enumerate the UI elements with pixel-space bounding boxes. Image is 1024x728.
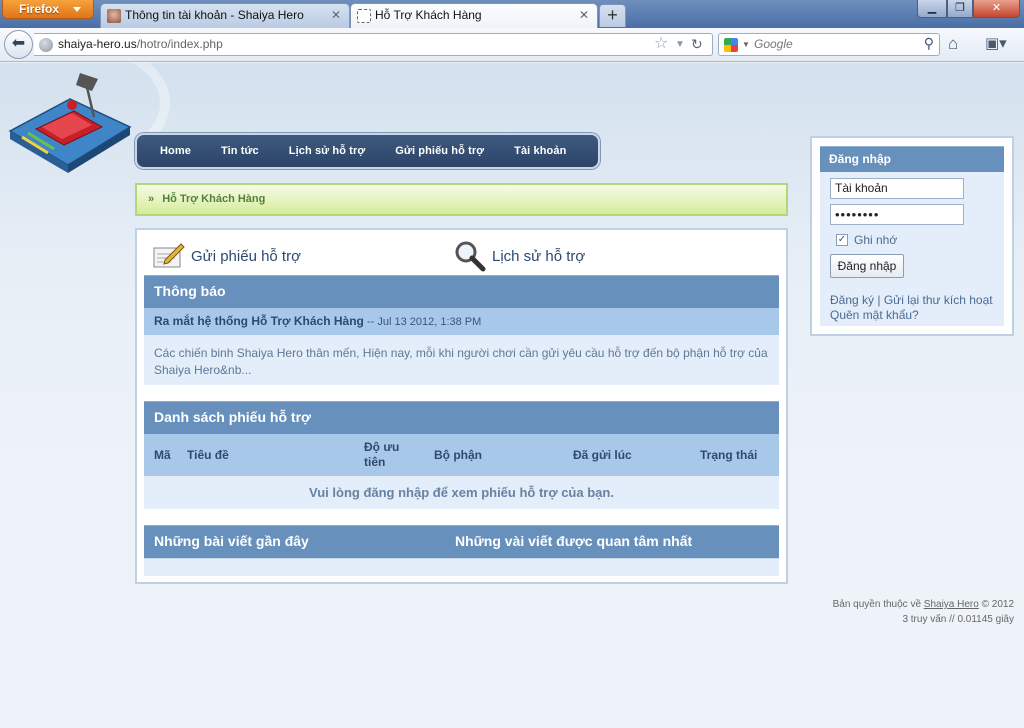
notice-title-row: Ra mắt hệ thống Hỗ Trợ Khách Hàng -- Jul… (144, 308, 779, 335)
username-field[interactable]: Tài khoản (830, 178, 964, 199)
url-text: shaiya-hero.us/hotro/index.php (58, 34, 223, 55)
globe-icon (39, 38, 53, 52)
copyright-prefix: Bản quyền thuộc về (832, 599, 924, 610)
notice-heading: Thông báo (144, 275, 779, 308)
password-field[interactable]: •••••••• (830, 204, 964, 225)
resend-activation-link[interactable]: Gửi lại thư kích hoạt (884, 293, 993, 307)
site-logo[interactable] (2, 69, 132, 179)
search-icon[interactable]: ⚲ (924, 35, 934, 52)
back-button[interactable]: ⬅ (4, 30, 33, 59)
firefox-menu-button[interactable]: Firefox (2, 0, 94, 19)
url-host: shaiya-hero.us (58, 37, 137, 51)
login-button[interactable]: Đăng nhập (830, 254, 904, 278)
query-stats: 3 truy vấn // 0.01145 giây (902, 614, 1014, 625)
search-placeholder: Google (754, 37, 793, 51)
submit-ticket-link[interactable]: Gửi phiếu hỗ trợ (153, 240, 373, 270)
menu-item-submit-ticket[interactable]: Gửi phiếu hỗ trợ (380, 145, 499, 157)
home-icon[interactable]: ⌂ (948, 34, 958, 54)
recent-posts-heading: Những bài viết gần đây (154, 533, 309, 549)
tickets-column-headers: Mã Tiêu đề Độ ưu tiên Bộ phận Đã gửi lúc… (144, 434, 779, 476)
column-id: Mã (154, 448, 171, 462)
column-submitted-at: Đã gửi lúc (573, 448, 632, 462)
search-engine-dropdown-icon[interactable]: ▼ (742, 34, 750, 55)
column-status: Trạng thái (700, 448, 758, 462)
firefox-menu-label: Firefox (19, 2, 60, 16)
menu-item-news[interactable]: Tin tức (206, 145, 274, 157)
link-separator: | (874, 293, 884, 307)
register-link[interactable]: Đăng ký (830, 293, 874, 307)
support-history-label: Lịch sử hỗ trợ (492, 248, 586, 265)
login-box: Đăng nhập Tài khoản •••••••• ✓ Ghi nhớ Đ… (810, 136, 1014, 336)
history-dropdown-icon[interactable]: ▼ (675, 34, 685, 56)
menu-item-home[interactable]: Home (145, 145, 206, 157)
posts-body (144, 558, 779, 576)
breadcrumb-separator-icon: » (148, 193, 155, 205)
notice-date: -- Jul 13 2012, 1:38 PM (363, 316, 482, 328)
column-priority: Độ ưu tiên (364, 440, 400, 469)
chevron-down-icon (73, 7, 81, 12)
favicon-icon (107, 9, 121, 23)
tickets-heading: Danh sách phiếu hỗ trợ (144, 401, 779, 434)
login-links: Đăng ký | Gửi lại thư kích hoạt Quên mật… (830, 293, 993, 323)
popular-posts-heading: Những vài viết được quan tâm nhất (455, 533, 693, 549)
menu-item-support-history[interactable]: Lịch sử hỗ trợ (274, 145, 380, 157)
new-tab-button[interactable]: + (599, 4, 626, 27)
remember-checkbox[interactable]: ✓ (836, 234, 848, 246)
column-title: Tiêu đề (187, 448, 229, 462)
notice-body: Các chiến binh Shaiya Hero thân mến, Hiệ… (144, 335, 779, 385)
tab-title: Thông tin tài khoản - Shaiya Hero (125, 8, 304, 22)
pencil-paper-icon (153, 243, 185, 268)
submit-ticket-label: Gửi phiếu hỗ trợ (191, 248, 301, 265)
browser-navbar: ⬅ shaiya-hero.us/hotro/index.php ☆ ▼ ↻ ▼… (0, 28, 1024, 62)
posts-heading-row: Những bài viết gần đây Những vài viết đư… (144, 525, 779, 558)
web-page: Home Tin tức Lịch sử hỗ trợ Gửi phiếu hỗ… (0, 63, 1024, 728)
close-window-button[interactable]: ✕ (973, 0, 1020, 18)
copyright-line: Bản quyền thuộc về Shaiya Hero © 2012 (833, 597, 1014, 612)
main-menu: Home Tin tức Lịch sử hỗ trợ Gửi phiếu hỗ… (135, 133, 600, 169)
forgot-password-link[interactable]: Quên mật khẩu? (830, 308, 919, 322)
tickets-empty-message: Vui lòng đăng nhập để xem phiếu hỗ trợ c… (144, 476, 779, 509)
back-arrow-icon: ⬅ (11, 35, 26, 52)
blank-page-icon (357, 9, 371, 23)
restore-button[interactable]: ❐ (947, 0, 973, 18)
login-heading: Đăng nhập (820, 146, 1004, 172)
copyright-suffix: © 2012 (978, 599, 1014, 610)
browser-tab-support[interactable]: Hỗ Trợ Khách Hàng ✕ (350, 3, 598, 29)
remember-label[interactable]: Ghi nhớ (854, 233, 897, 247)
footer: Bản quyền thuộc về Shaiya Hero © 2012 3 … (833, 597, 1014, 627)
url-bar[interactable]: shaiya-hero.us/hotro/index.php ☆ ▼ ↻ (34, 33, 713, 56)
close-tab-icon[interactable]: ✕ (329, 9, 343, 23)
notice-title[interactable]: Ra mắt hệ thống Hỗ Trợ Khách Hàng (154, 314, 364, 328)
google-icon[interactable] (724, 38, 738, 52)
reload-icon[interactable]: ↻ (691, 34, 703, 54)
minimize-button[interactable]: ▁ (917, 0, 947, 18)
menu-item-account[interactable]: Tài khoản (499, 145, 581, 157)
close-tab-icon[interactable]: ✕ (577, 9, 591, 23)
main-content: Gửi phiếu hỗ trợ Lịch sử hỗ trợ Thông bá… (135, 228, 788, 584)
search-bar[interactable]: ▼ Google ⚲ (718, 33, 940, 56)
breadcrumb-current[interactable]: Hỗ Trợ Khách Hàng (162, 193, 265, 205)
url-path: /hotro/index.php (136, 37, 223, 51)
bookmarks-menu-icon[interactable]: ▣▾ (985, 34, 1007, 52)
magnifier-icon (455, 241, 486, 272)
browser-titlebar: Firefox Thông tin tài khoản - Shaiya Her… (0, 0, 1024, 29)
browser-tab-account[interactable]: Thông tin tài khoản - Shaiya Hero ✕ (100, 3, 350, 28)
support-history-link[interactable]: Lịch sử hỗ trợ (454, 240, 674, 272)
tab-title: Hỗ Trợ Khách Hàng (375, 8, 482, 22)
copyright-link[interactable]: Shaiya Hero (924, 599, 979, 610)
breadcrumb: » Hỗ Trợ Khách Hàng (135, 183, 788, 216)
column-department: Bộ phận (434, 448, 482, 462)
bookmark-star-icon[interactable]: ☆ (654, 34, 668, 54)
